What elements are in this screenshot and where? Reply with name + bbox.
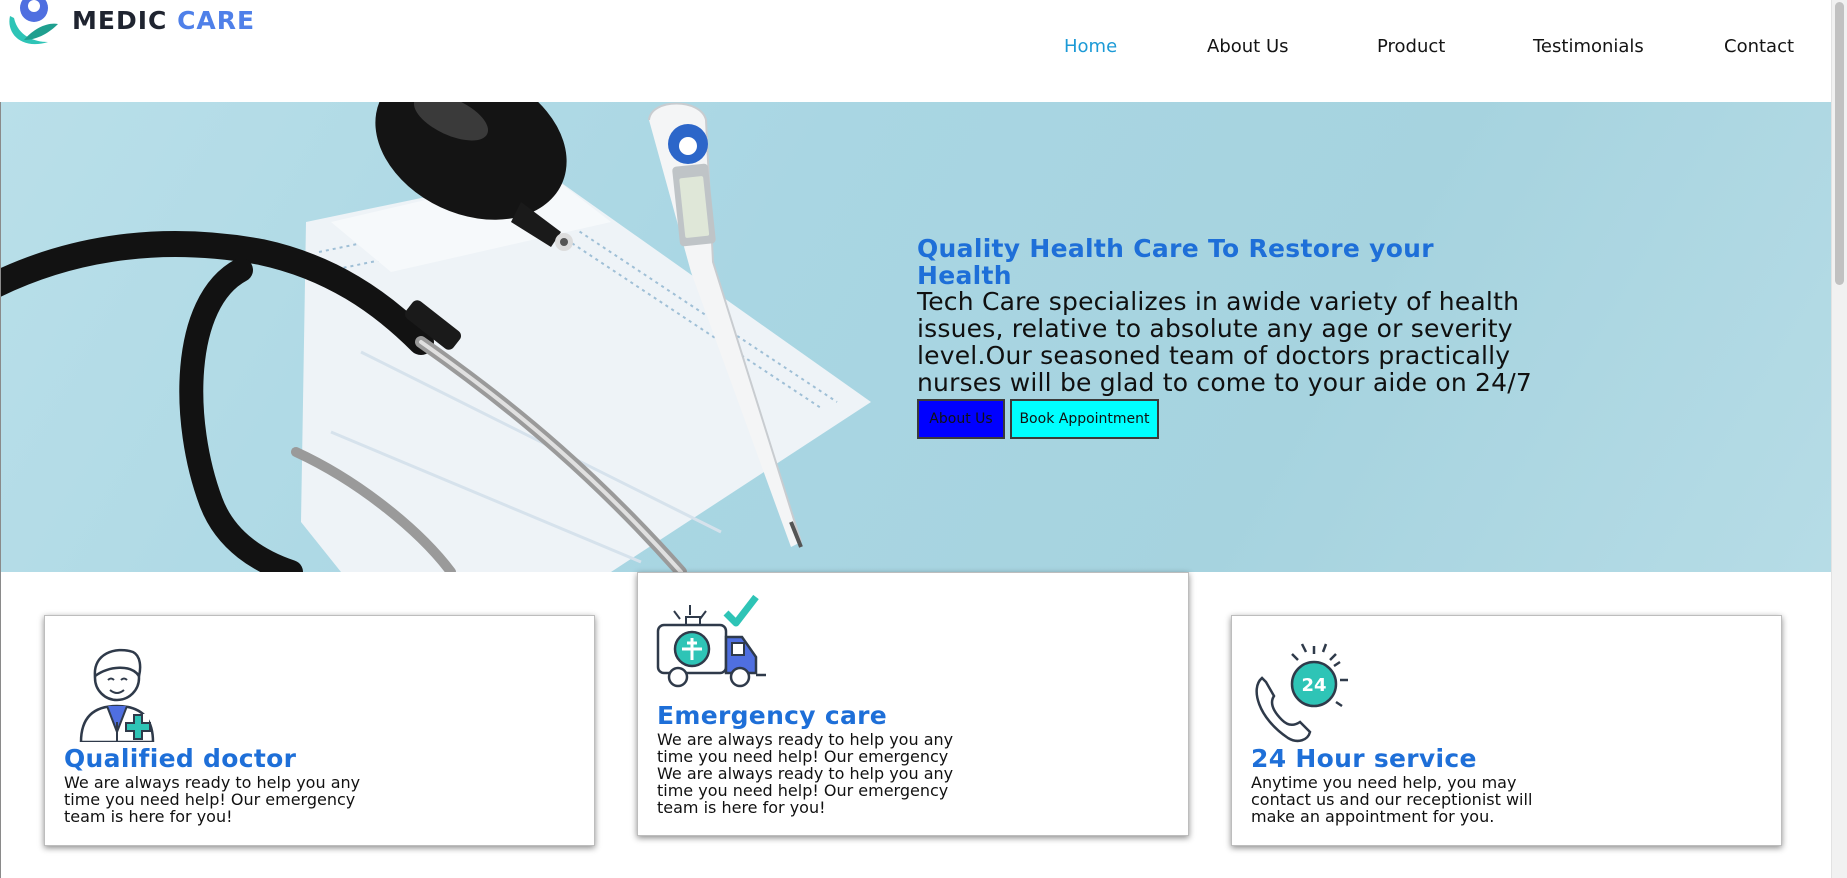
scrollbar-thumb[interactable] <box>1835 2 1844 285</box>
card-description: We are always ready to help you any time… <box>657 730 954 817</box>
doctor-icon <box>79 648 155 742</box>
hero-banner: Quality Health Care To Restore your Heal… <box>1 102 1832 572</box>
site-header: MEDIC CARE Home About Us Product Testimo… <box>0 0 1832 102</box>
feature-card-emergency-care: Emergency care We are always ready to he… <box>637 572 1189 836</box>
brand-name: MEDIC CARE <box>72 6 255 35</box>
feature-card-24-hour-service: 24 24 Hour service Anytime you need help… <box>1231 615 1782 846</box>
card-description: We are always ready to help you any time… <box>64 773 361 826</box>
about-us-button[interactable]: About Us <box>917 399 1005 439</box>
page-scrollbar[interactable] <box>1831 0 1847 878</box>
brand-name-part1: MEDIC <box>72 6 168 35</box>
nav-testimonials[interactable]: Testimonials <box>1533 36 1644 57</box>
logo[interactable]: MEDIC CARE <box>2 0 254 52</box>
ambulance-icon <box>656 594 766 688</box>
card-title: Emergency care <box>657 701 888 730</box>
card-title: 24 Hour service <box>1251 744 1477 773</box>
feature-card-qualified-doctor: Qualified doctor We are always ready to … <box>44 615 595 846</box>
24-badge-label: 24 <box>1301 675 1326 696</box>
logo-icon <box>9 0 58 45</box>
card-title: Qualified doctor <box>64 744 297 773</box>
hero-title: Quality Health Care To Restore your Heal… <box>917 234 1434 290</box>
brand-name-part2: CARE <box>177 6 256 35</box>
nav-home[interactable]: Home <box>1064 36 1117 57</box>
nav-about-us[interactable]: About Us <box>1207 36 1289 57</box>
hero-image <box>1 102 871 572</box>
book-appointment-button[interactable]: Book Appointment <box>1010 399 1159 439</box>
nav-contact[interactable]: Contact <box>1724 36 1794 57</box>
card-description: Anytime you need help, you may contact u… <box>1251 773 1533 826</box>
nav-product[interactable]: Product <box>1377 36 1445 57</box>
24-hour-phone-icon: 24 <box>1255 643 1348 743</box>
